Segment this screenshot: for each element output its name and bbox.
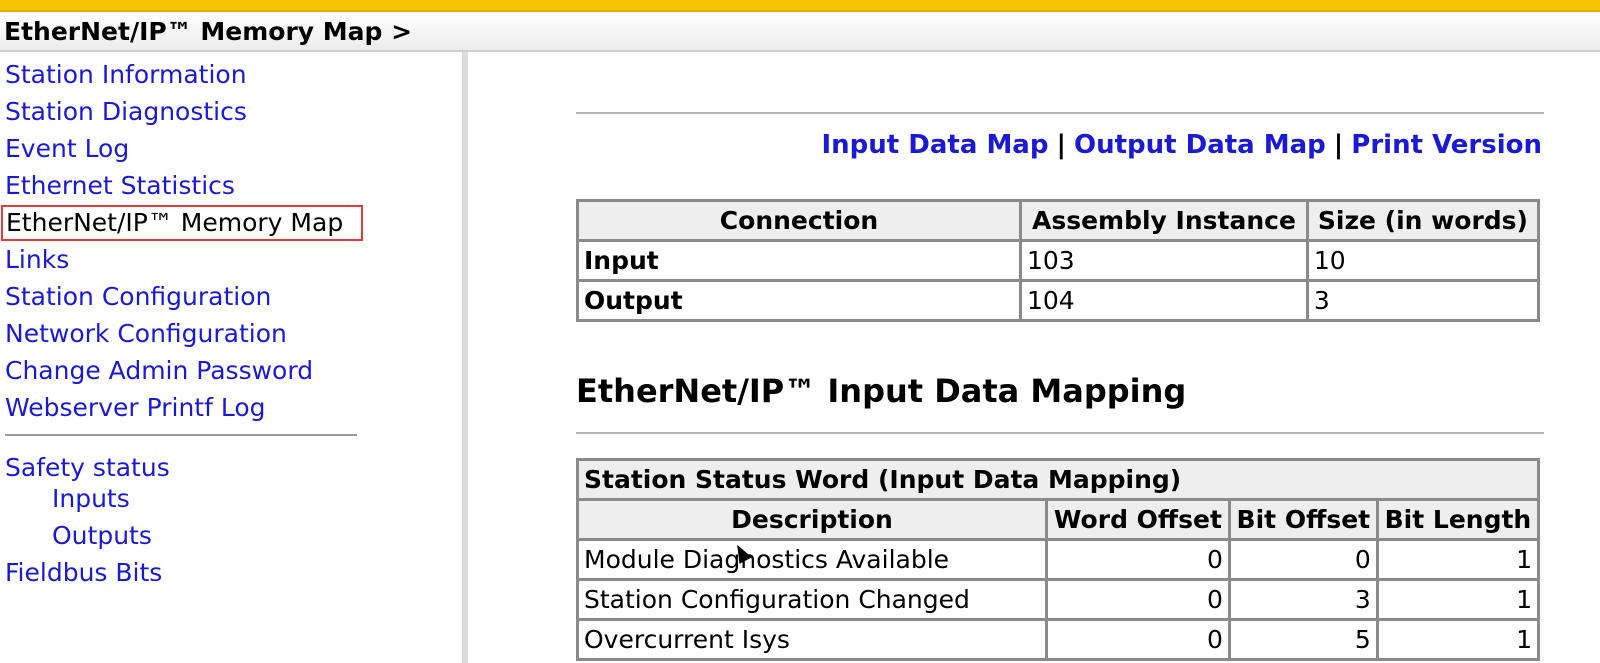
table-row: Module Diagnostics Available 0 0 1 (576, 538, 1541, 581)
map-links: Input Data Map | Output Data Map | Print Ver… (822, 130, 1543, 160)
nav-network-configuration[interactable]: Network Configuration (5, 319, 287, 349)
bit-offset: 5 (1227, 618, 1379, 661)
bit-length: 1 (1375, 578, 1541, 621)
main-content: Input Data Map | Output Data Map | Print Ver… (468, 52, 1600, 663)
nav-change-admin-password[interactable]: Change Admin Password (5, 356, 313, 386)
col-assembly-instance: Assembly Instance (1019, 199, 1309, 242)
top-banner (0, 0, 1600, 12)
size-in-words: 3 (1305, 279, 1541, 322)
word-offset: 0 (1045, 618, 1231, 661)
top-rule (576, 112, 1544, 114)
table-row: Station Configuration Changed 0 3 1 (576, 578, 1541, 621)
row-description: Overcurrent Isys (576, 618, 1048, 661)
breadcrumb: EtherNet/IP™ Memory Map > (4, 17, 413, 46)
section-rule (576, 432, 1544, 434)
word-offset: 0 (1045, 578, 1231, 621)
col-bit-length: Bit Length (1375, 498, 1541, 541)
assembly-instance: 103 (1019, 239, 1309, 282)
table-row: Output 104 3 (576, 279, 1541, 322)
nav-safety-outputs[interactable]: Outputs (52, 521, 152, 551)
table-row: Overcurrent Isys 0 5 1 (576, 618, 1541, 661)
section-title: EtherNet/IP™ Input Data Mapping (576, 372, 1187, 410)
word-offset: 0 (1045, 538, 1231, 581)
nav-station-information[interactable]: Station Information (5, 60, 247, 90)
connection-name: Output (576, 279, 1022, 322)
output-data-map-link[interactable]: Output Data Map (1074, 130, 1326, 160)
col-word-offset: Word Offset (1045, 498, 1231, 541)
nav-links[interactable]: Links (5, 245, 69, 275)
link-separator: | (1056, 130, 1066, 160)
nav-webserver-printf-log[interactable]: Webserver Printf Log (5, 393, 266, 423)
status-word-table: Station Status Word (Input Data Mapping)… (576, 458, 1541, 661)
table-caption-row: Station Status Word (Input Data Mapping) (576, 458, 1540, 501)
sidebar-divider (5, 434, 357, 436)
bit-length: 1 (1375, 538, 1541, 581)
col-bit-offset: Bit Offset (1227, 498, 1379, 541)
col-description: Description (576, 498, 1048, 541)
table-caption: Station Status Word (Input Data Mapping) (576, 458, 1540, 501)
nav-fieldbus-bits[interactable]: Fieldbus Bits (5, 558, 162, 588)
assembly-instance: 104 (1019, 279, 1309, 322)
size-in-words: 10 (1305, 239, 1541, 282)
input-data-map-link[interactable]: Input Data Map (822, 130, 1049, 160)
col-size: Size (in words) (1305, 199, 1541, 242)
col-connection: Connection (576, 199, 1022, 242)
nav-event-log[interactable]: Event Log (5, 134, 129, 164)
row-description: Module Diagnostics Available (576, 538, 1048, 581)
sidebar: Station Information Station Diagnostics … (0, 52, 462, 663)
nav-station-configuration[interactable]: Station Configuration (5, 282, 271, 312)
table-row: Input 103 10 (576, 239, 1541, 282)
table-header-row: Connection Assembly Instance Size (in wo… (576, 199, 1541, 242)
bit-offset: 3 (1227, 578, 1379, 621)
bit-length: 1 (1375, 618, 1541, 661)
nav-safety-inputs[interactable]: Inputs (52, 484, 130, 514)
link-separator: | (1333, 130, 1344, 160)
table-header-row: Description Word Offset Bit Offset Bit L… (576, 498, 1541, 541)
title-bar: EtherNet/IP™ Memory Map > (0, 12, 1600, 52)
row-description: Station Configuration Changed (576, 578, 1048, 621)
nav-safety-status[interactable]: Safety status (5, 453, 170, 483)
nav-memory-map-current[interactable]: EtherNet/IP™ Memory Map (1, 205, 364, 241)
bit-offset: 0 (1227, 538, 1379, 581)
nav-station-diagnostics[interactable]: Station Diagnostics (5, 97, 247, 127)
nav-ethernet-statistics[interactable]: Ethernet Statistics (5, 171, 235, 201)
connection-name: Input (576, 239, 1022, 282)
connection-table: Connection Assembly Instance Size (in wo… (576, 199, 1541, 322)
print-version-link[interactable]: Print Version (1351, 130, 1542, 160)
